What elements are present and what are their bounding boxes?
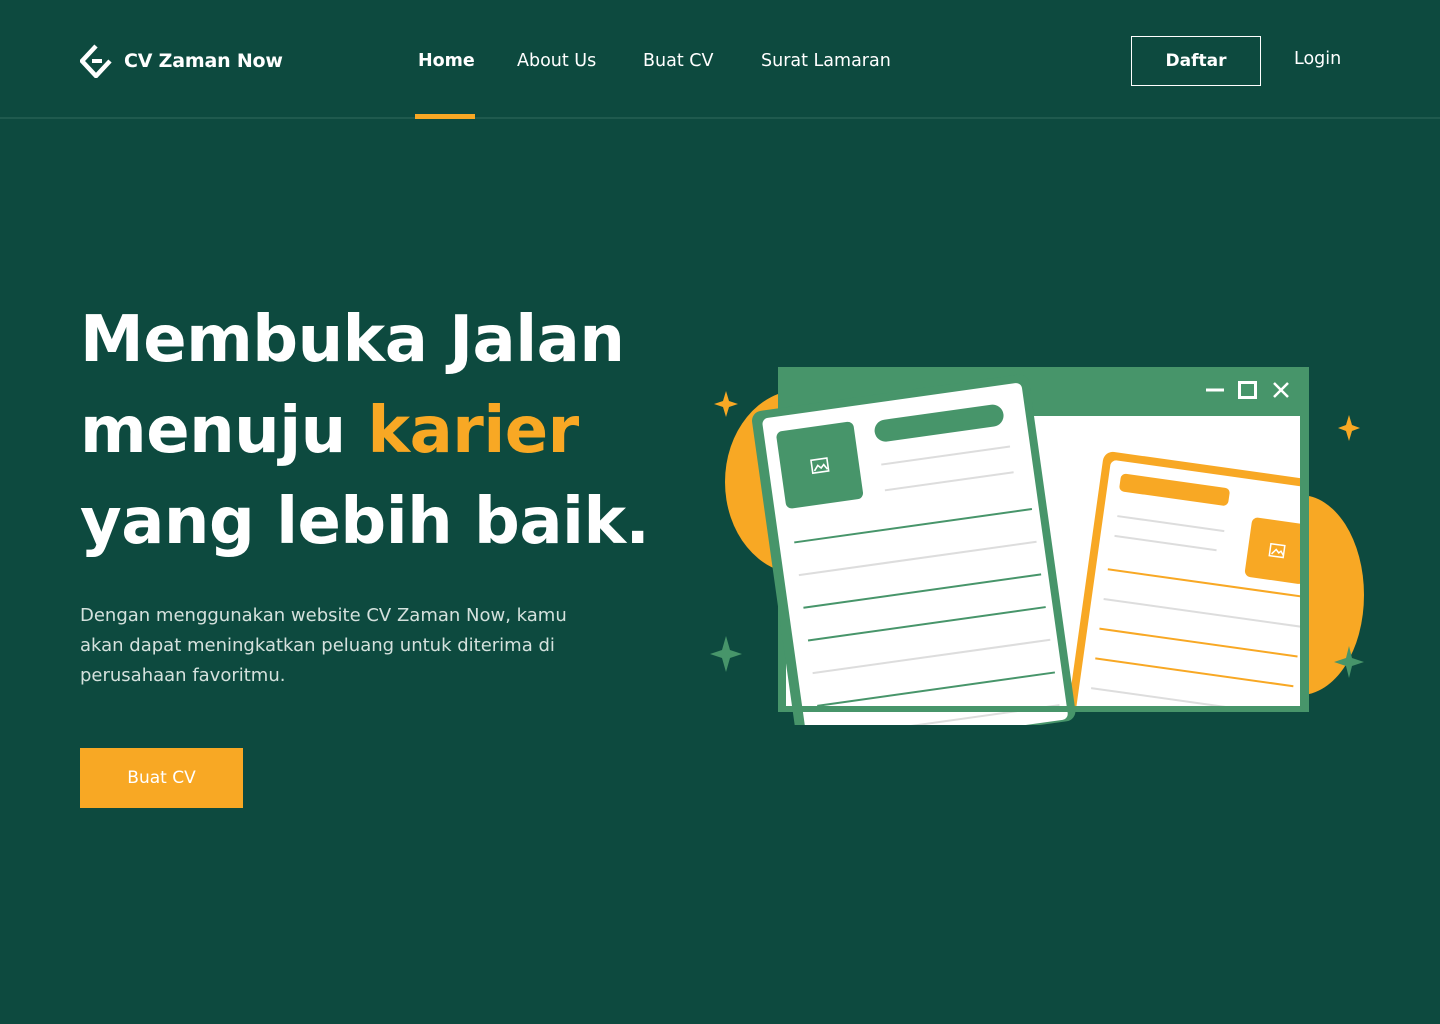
- hero-headline: Membuka Jalan menuju karier yang lebih b…: [80, 295, 680, 568]
- logo-icon: [80, 44, 112, 78]
- hero-illustration: [710, 367, 1364, 725]
- resume-document-back: [1061, 451, 1300, 706]
- sparkle-icon: [710, 636, 742, 672]
- sparkle-icon: [1338, 415, 1360, 441]
- nav-link-buat-cv[interactable]: Buat CV: [643, 51, 713, 71]
- top-navbar: CV Zaman Now Home About Us Buat CV Surat…: [0, 0, 1440, 119]
- nav-link-home[interactable]: Home: [418, 51, 475, 71]
- active-nav-indicator: [415, 114, 475, 119]
- sparkle-icon: [714, 391, 738, 417]
- resume-document-front: [752, 374, 1076, 725]
- register-button[interactable]: Daftar: [1131, 36, 1261, 86]
- login-link[interactable]: Login: [1294, 49, 1341, 69]
- headline-line-1: Membuka Jalan: [80, 303, 625, 377]
- brand-logo[interactable]: CV Zaman Now: [80, 44, 283, 78]
- headline-line-3: yang lebih baik.: [80, 485, 650, 559]
- nav-link-about-us[interactable]: About Us: [517, 51, 596, 71]
- headline-accent-word: karier: [367, 394, 580, 468]
- headline-line-2-prefix: menuju: [80, 394, 368, 468]
- nav-link-surat-lamaran[interactable]: Surat Lamaran: [761, 51, 891, 71]
- buat-cv-button[interactable]: Buat CV: [80, 748, 243, 808]
- hero-description: Dengan menggunakan website CV Zaman Now,…: [80, 605, 567, 686]
- brand-name: CV Zaman Now: [124, 50, 283, 72]
